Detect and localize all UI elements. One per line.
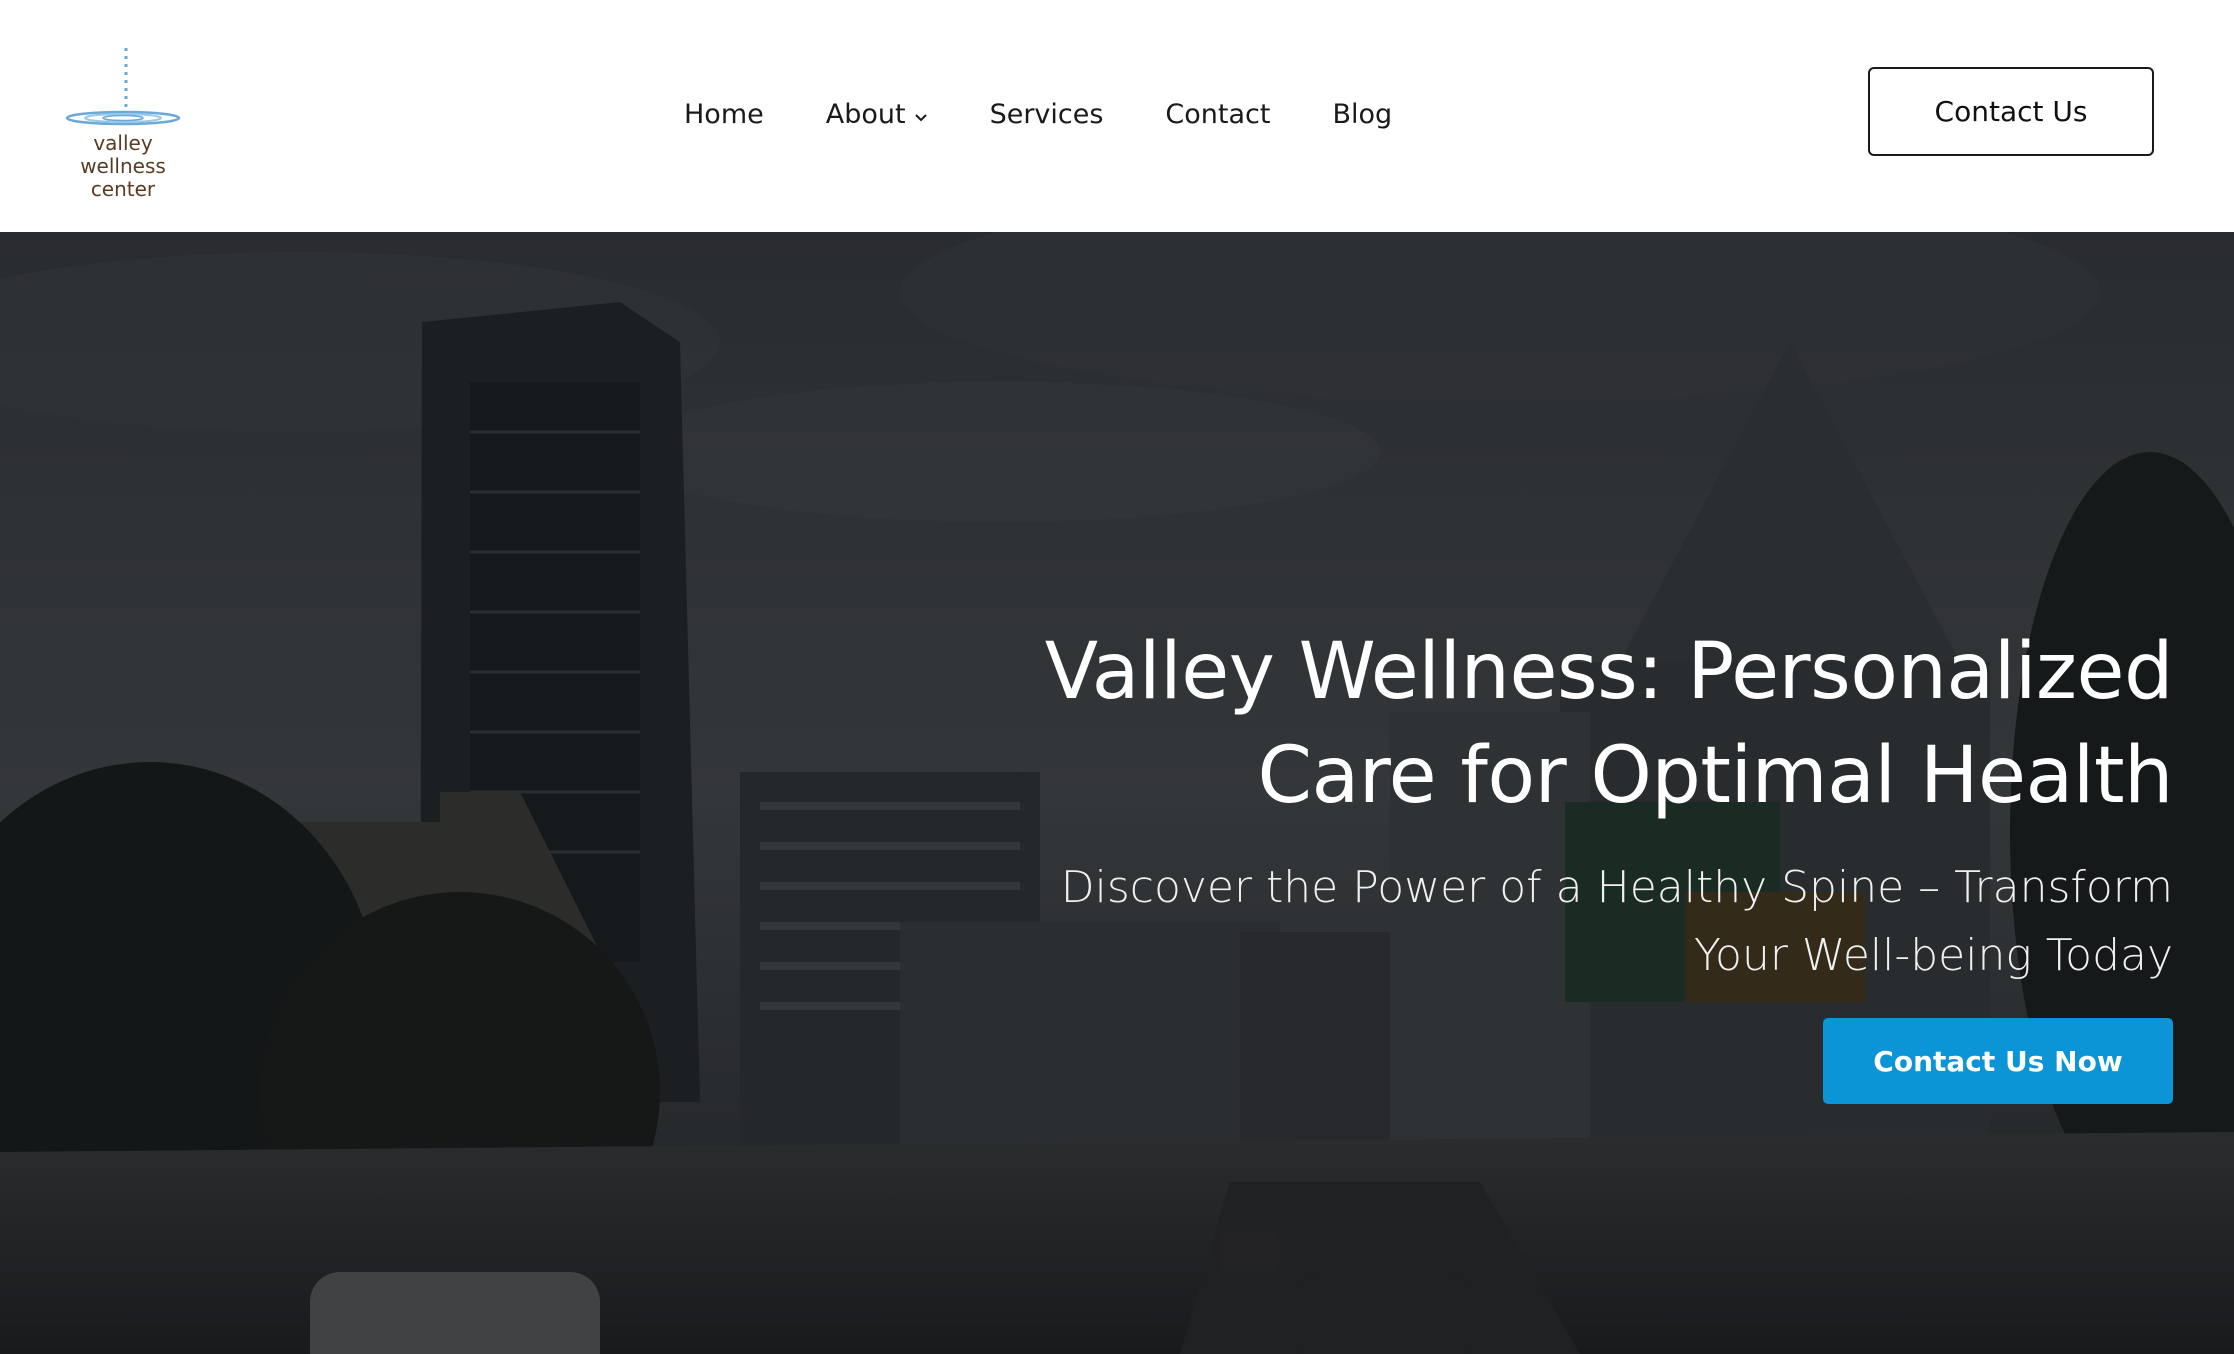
site-logo[interactable]: valley wellness center [48, 44, 198, 201]
nav-item-label: Contact [1165, 98, 1271, 130]
logo-wordmark: valley wellness center [48, 132, 198, 201]
nav-item-services[interactable]: Services [990, 99, 1104, 130]
logo-line-1: valley [93, 131, 153, 155]
nav-item-label: Home [684, 98, 764, 130]
water-drop-logo-icon [65, 48, 181, 126]
logo-line-2: wellness center [80, 154, 166, 201]
nav-item-label: Blog [1332, 98, 1393, 130]
hero-section: Valley Wellness: Personalized Care for O… [0, 232, 2234, 1354]
nav-item-about[interactable]: About [826, 99, 928, 130]
nav-item-blog[interactable]: Blog [1332, 99, 1392, 130]
site-header: valley wellness center Home About Servic… [0, 0, 2234, 232]
nav-item-contact[interactable]: Contact [1165, 99, 1270, 130]
hero-subtitle: Discover the Power of a Healthy Spine – … [1060, 862, 2173, 981]
hero-contact-button[interactable]: Contact Us Now [1823, 1018, 2173, 1104]
header-contact-button[interactable]: Contact Us [1868, 67, 2154, 156]
hero-title: Valley Wellness: Personalized Care for O… [1044, 627, 2174, 821]
chevron-down-icon [914, 99, 928, 130]
nav-item-label: Services [989, 98, 1104, 130]
main-nav: Home About Services Contact Blog [684, 94, 1392, 134]
nav-item-label: About [825, 98, 906, 130]
nav-item-home[interactable]: Home [684, 99, 764, 130]
